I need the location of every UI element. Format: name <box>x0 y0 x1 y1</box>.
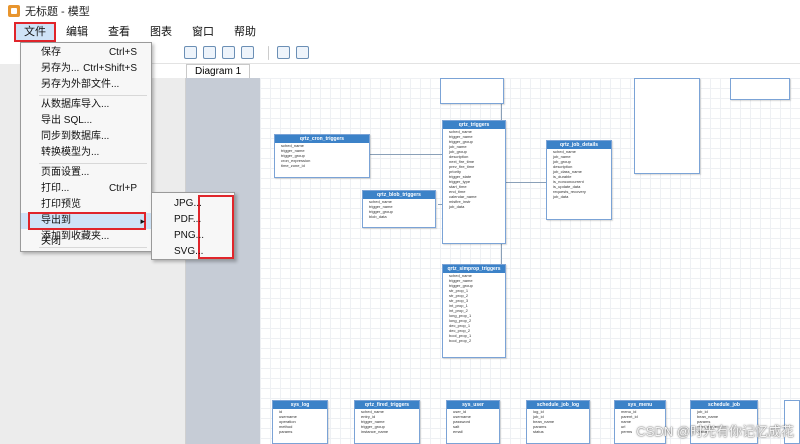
menu-separator <box>39 163 147 164</box>
menu-print-preview[interactable]: 打印预览 <box>21 197 151 213</box>
table-name: sys_log <box>273 401 327 409</box>
menu-save[interactable]: 保存 Ctrl+S <box>21 45 151 61</box>
export-png[interactable]: PNG... <box>174 229 204 243</box>
table-partial[interactable] <box>440 78 504 104</box>
table-name: qrtz_cron_triggers <box>275 135 369 143</box>
menu-edit[interactable]: 编辑 <box>56 22 98 42</box>
table-qrtz-job-details[interactable]: qrtz_job_details sched_name job_name job… <box>546 140 612 220</box>
image-icon[interactable] <box>203 46 216 59</box>
shortcut: Ctrl+S <box>108 47 137 58</box>
table-sys-log[interactable]: sys_log id username operation method par… <box>272 400 328 444</box>
menu-window[interactable]: 窗口 <box>182 22 224 42</box>
chevron-right-icon: ▸ <box>140 216 145 226</box>
relation-line <box>370 154 442 155</box>
menu-separator <box>39 95 147 96</box>
layer-icon[interactable] <box>241 46 254 59</box>
file-menu: 保存 Ctrl+S 另存为... Ctrl+Shift+S 另存为外部文件... 从… <box>20 42 152 252</box>
menu-view[interactable]: 查看 <box>98 22 140 42</box>
export-submenu: JPG... PDF... PNG... SVG... <box>151 192 235 260</box>
table-name: qrtz_fired_triggers <box>355 401 419 409</box>
table-row: email <box>453 429 463 434</box>
app-icon <box>8 5 20 17</box>
relation-line <box>506 182 546 183</box>
title-bar: 无标题 - 模型 <box>0 0 800 22</box>
table-qrtz-fired-triggers[interactable]: qrtz_fired_triggers sched_name entry_id … <box>354 400 420 444</box>
table-partial[interactable] <box>730 78 790 100</box>
shape-icon[interactable] <box>222 46 235 59</box>
table-qrtz-cron-triggers[interactable]: qrtz_cron_triggers sched_name trigger_na… <box>274 134 370 178</box>
table-name: schedule_job_log <box>527 401 589 409</box>
menu-save-as[interactable]: 另存为... Ctrl+Shift+S <box>21 61 151 77</box>
table-row: params <box>279 429 293 434</box>
table-row: job_data <box>449 204 465 209</box>
table-row: blob_data <box>369 214 387 219</box>
relation-icon[interactable] <box>277 46 290 59</box>
note-icon[interactable] <box>184 46 197 59</box>
table-name: sys_user <box>447 401 499 409</box>
table-qrtz-simprop-triggers[interactable]: qrtz_simprop_triggers sched_name trigger… <box>442 264 506 358</box>
table-qrtz-blob-triggers[interactable]: qrtz_blob_triggers sched_name trigger_na… <box>362 190 436 228</box>
table-name: schedule_job <box>691 401 757 409</box>
menu-save-external[interactable]: 另存为外部文件... <box>21 77 151 93</box>
menu-export-sql[interactable]: 导出 SQL... <box>21 113 151 129</box>
table-name: qrtz_simprop_triggers <box>443 265 505 273</box>
toolbar <box>150 42 800 64</box>
shortcut: Ctrl+Shift+S <box>83 63 137 74</box>
table-row: instance_name <box>361 429 389 434</box>
table-row: time_zone_id <box>281 163 305 168</box>
table-partial[interactable] <box>634 78 700 174</box>
menu-export-to[interactable]: 导出到 ▸ <box>21 212 151 230</box>
export-svg[interactable]: SVG... <box>174 245 203 259</box>
watermark: CSDN @时光有你记忆成花 <box>636 424 794 439</box>
window-title: 无标题 - 模型 <box>25 6 90 18</box>
menu-close[interactable]: 关闭 <box>21 234 151 250</box>
relation-line <box>501 244 502 264</box>
menu-diagram[interactable]: 图表 <box>140 22 182 42</box>
diagram-canvas[interactable]: qrtz_cron_triggers sched_name trigger_na… <box>260 78 800 444</box>
table-sys-user[interactable]: sys_user user_id username password salt … <box>446 400 500 444</box>
menu-import-db[interactable]: 从数据库导入... <box>21 97 151 113</box>
menu-help[interactable]: 帮助 <box>224 22 266 42</box>
menu-file[interactable]: 文件 <box>14 22 56 42</box>
menu-page-setup[interactable]: 页面设置... <box>21 165 151 181</box>
menu-sync-db[interactable]: 同步到数据库... <box>21 129 151 145</box>
export-pdf[interactable]: PDF... <box>174 213 201 227</box>
table-row: job_data <box>553 194 569 199</box>
table-name: qrtz_blob_triggers <box>363 191 435 199</box>
table-icon[interactable] <box>296 46 309 59</box>
table-name: qrtz_triggers <box>443 121 505 129</box>
table-row <box>441 94 503 99</box>
table-qrtz-triggers[interactable]: qrtz_triggers sched_name trigger_name tr… <box>442 120 506 244</box>
toolbar-separator <box>268 45 269 60</box>
menu-convert[interactable]: 转换模型为... <box>21 145 151 161</box>
table-name: sys_menu <box>615 401 665 409</box>
highlight-box <box>28 212 146 230</box>
tab-bar: Diagram 1 <box>150 64 800 80</box>
export-jpg[interactable]: JPG... <box>174 197 202 211</box>
table-schedule-job-log[interactable]: schedule_job_log log_id job_id bean_name… <box>526 400 590 444</box>
menu-print[interactable]: 打印... Ctrl+P <box>21 181 151 197</box>
table-row: bool_prop_2 <box>449 338 472 343</box>
navigator-strip <box>186 78 260 444</box>
table-row: status <box>533 429 544 434</box>
shortcut: Ctrl+P <box>108 183 137 194</box>
table-name: qrtz_job_details <box>547 141 611 149</box>
menu-bar: 文件 编辑 查看 图表 窗口 帮助 <box>0 22 800 42</box>
